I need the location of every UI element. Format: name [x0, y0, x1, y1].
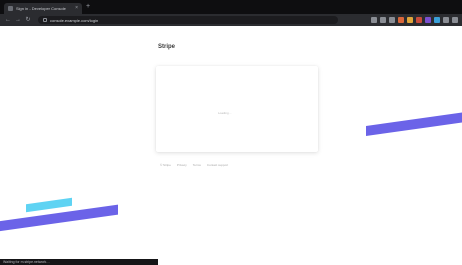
lock-icon [43, 18, 47, 22]
reload-button[interactable]: ↻ [24, 16, 32, 24]
extension-icon[interactable] [425, 17, 431, 23]
extension-icon[interactable] [452, 17, 458, 23]
tab-title: Sign in - Developer Console [16, 6, 66, 11]
footer-link[interactable]: Privacy [177, 163, 187, 167]
address-bar[interactable]: console.example.com/login [38, 16, 338, 24]
page-content: Stripe Loading… © Stripe Privacy Terms Cont… [0, 26, 462, 265]
login-card: Loading… [156, 66, 318, 152]
new-tab-button[interactable]: + [86, 3, 90, 10]
extension-icon[interactable] [416, 17, 422, 23]
extension-icon[interactable] [398, 17, 404, 23]
back-button[interactable]: ← [4, 16, 12, 24]
footer-links: © Stripe Privacy Terms Contact support [160, 163, 228, 167]
extension-icon[interactable] [389, 17, 395, 23]
loading-indicator: Loading… [218, 111, 232, 115]
forward-button[interactable]: → [14, 16, 22, 24]
extension-icon[interactable] [434, 17, 440, 23]
status-text: Waiting for m.stripe.network… [3, 260, 50, 264]
footer-link[interactable]: Terms [193, 163, 201, 167]
browser-toolbar: ← → ↻ console.example.com/login [0, 14, 462, 26]
extension-icon[interactable] [380, 17, 386, 23]
extension-icon[interactable] [371, 17, 377, 23]
extension-icon[interactable] [407, 17, 413, 23]
decorative-stripe-left [0, 204, 118, 232]
footer-link[interactable]: © Stripe [160, 163, 171, 167]
close-icon[interactable]: × [75, 6, 78, 11]
decorative-stripe-right [366, 111, 462, 137]
page-title: Stripe [158, 44, 176, 50]
status-bubble: Waiting for m.stripe.network… [0, 259, 158, 265]
footer-link[interactable]: Contact support [207, 163, 228, 167]
favicon-icon [8, 6, 13, 11]
browser-tab[interactable]: Sign in - Developer Console × [4, 3, 82, 14]
tab-strip: Sign in - Developer Console × + [0, 0, 462, 14]
decorative-stripe-cyan [26, 197, 72, 213]
url-text[interactable]: console.example.com/login [50, 18, 98, 23]
extension-icon[interactable] [443, 17, 449, 23]
extensions-area [371, 17, 458, 23]
